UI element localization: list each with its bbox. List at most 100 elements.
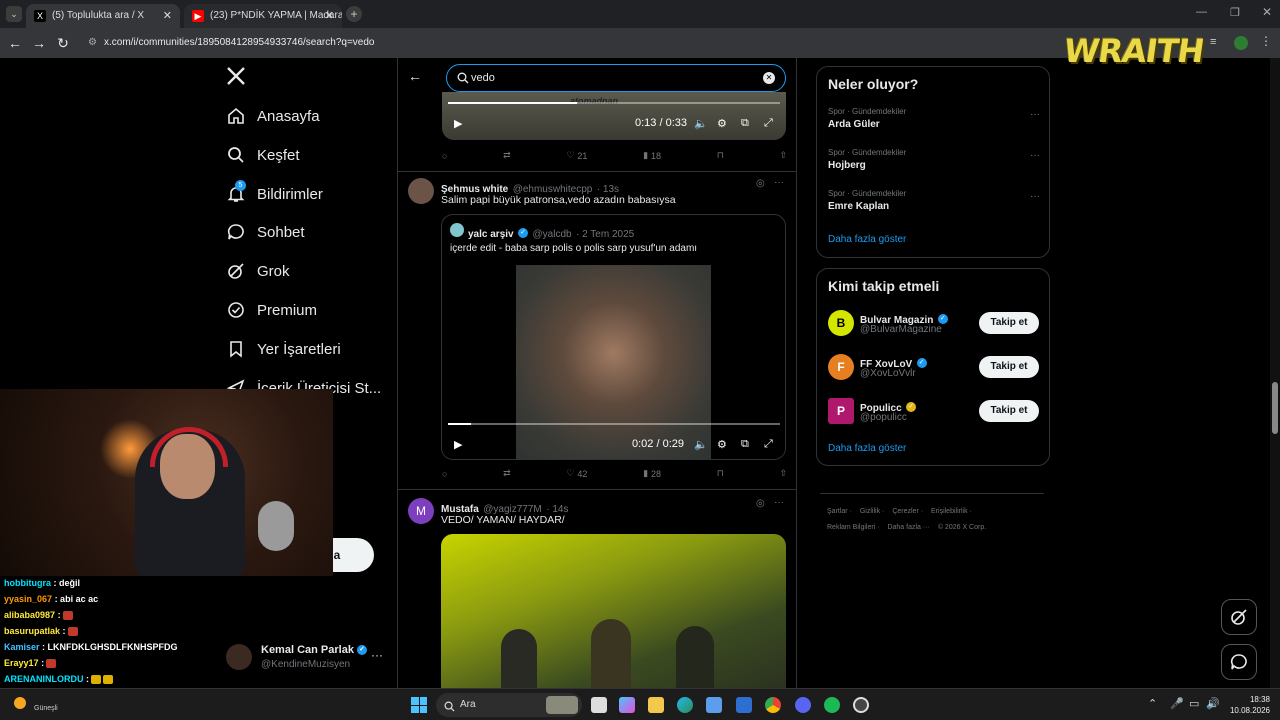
grok-icon[interactable]: ◎ bbox=[756, 498, 765, 509]
search-input[interactable]: vedo ✕ bbox=[446, 64, 786, 92]
show-more-trends-link[interactable]: Daha fazla göster bbox=[828, 234, 906, 245]
chrome-icon[interactable] bbox=[765, 697, 781, 713]
taskbar-search[interactable]: Ara bbox=[436, 693, 582, 717]
nav-item-sohbet[interactable]: Sohbet bbox=[226, 218, 305, 246]
like-button[interactable]: ♡ 21 bbox=[566, 150, 587, 161]
more-icon[interactable]: ··· bbox=[1030, 191, 1040, 202]
more-icon[interactable]: ··· bbox=[1030, 150, 1040, 161]
forward-icon[interactable]: → bbox=[30, 34, 48, 52]
share-icon[interactable]: ⇧ bbox=[779, 150, 787, 161]
nav-item-anasayfa[interactable]: Anasayfa bbox=[226, 102, 320, 130]
spotify-icon[interactable] bbox=[824, 697, 840, 713]
quote-tweet[interactable]: yalc arşiv ✓ @yalcdb · 2 Tem 2025 içerde… bbox=[441, 214, 786, 460]
share-icon[interactable]: ⇧ bbox=[779, 468, 787, 479]
follow-button[interactable]: Takip et bbox=[979, 400, 1039, 422]
mail-icon[interactable] bbox=[736, 697, 752, 713]
account-switcher[interactable]: Kemal Can Parlak ✓ @KendineMuzisyen ··· bbox=[226, 643, 386, 673]
weather-icon[interactable] bbox=[14, 697, 26, 709]
nav-item-yer-isaretleri[interactable]: Yer İşaretleri bbox=[226, 335, 341, 363]
reload-icon[interactable]: ↻ bbox=[54, 34, 72, 52]
tweet[interactable]: M Mustafa @yagiz777M · 14s ◎ ··· VEDO/ Y… bbox=[398, 490, 796, 688]
settings-icon[interactable]: ⚙ bbox=[717, 438, 727, 451]
play-icon[interactable]: ▶ bbox=[454, 438, 462, 451]
close-tab-icon[interactable]: ✕ bbox=[163, 4, 172, 28]
repost-icon[interactable]: ⇄ bbox=[503, 468, 511, 479]
play-icon[interactable]: ▶ bbox=[454, 117, 462, 130]
network-icon[interactable]: ▭ bbox=[1189, 697, 1199, 710]
follow-button[interactable]: Takip et bbox=[979, 356, 1039, 378]
pip-icon[interactable]: ⧉ bbox=[741, 438, 749, 451]
footer-link[interactable]: Çerezler bbox=[892, 508, 918, 515]
clock[interactable]: 18:38 10.08.2026 bbox=[1226, 694, 1270, 716]
back-icon[interactable]: ← bbox=[6, 34, 24, 52]
restore-icon[interactable]: ❐ bbox=[1230, 6, 1240, 19]
obs-icon[interactable] bbox=[853, 697, 869, 713]
follow-suggestion[interactable]: B Bulvar Magazin ✓ @BulvarMagazine Takip… bbox=[817, 307, 1049, 343]
url-field[interactable]: ⚙ x.com/i/communities/189508412895493374… bbox=[82, 32, 982, 54]
show-more-follow-link[interactable]: Daha fazla göster bbox=[828, 443, 906, 454]
start-button[interactable] bbox=[411, 697, 427, 713]
trend-item[interactable]: Spor · Gündemdekiler Hojberg ··· bbox=[828, 148, 1040, 171]
close-window-icon[interactable]: ✕ bbox=[1262, 5, 1272, 19]
video-progress[interactable] bbox=[448, 423, 780, 425]
tweet[interactable]: atomadnan ▶ 0:13 / 0:33 🔈 ⚙ ⧉ ⤢ ○ ⇄ ♡ 21… bbox=[398, 92, 796, 172]
close-tab-icon[interactable]: ✕ bbox=[325, 4, 334, 28]
reply-icon[interactable]: ○ bbox=[442, 150, 447, 161]
reply-icon[interactable]: ○ bbox=[442, 468, 447, 479]
video-player[interactable] bbox=[441, 534, 786, 688]
nav-item-premium[interactable]: Premium bbox=[226, 296, 317, 324]
discord-icon[interactable] bbox=[795, 697, 811, 713]
bookmark-icon[interactable]: ⊓ bbox=[717, 150, 724, 161]
nav-item-kesfet[interactable]: Keşfet bbox=[226, 141, 300, 169]
more-icon[interactable]: ··· bbox=[371, 648, 383, 662]
fullscreen-icon[interactable]: ⤢ bbox=[764, 117, 773, 130]
grok-icon[interactable]: ◎ bbox=[756, 178, 765, 189]
bookmark-icon[interactable]: ⊓ bbox=[717, 468, 724, 479]
more-icon[interactable]: ··· bbox=[774, 497, 784, 508]
back-arrow-icon[interactable]: ← bbox=[408, 68, 422, 84]
trend-item[interactable]: Spor · Gündemdekiler Emre Kaplan ··· bbox=[828, 189, 1040, 212]
extensions-icon[interactable]: ≡ bbox=[1210, 36, 1216, 48]
clear-search-icon[interactable]: ✕ bbox=[763, 72, 775, 84]
task-view-icon[interactable] bbox=[591, 697, 607, 713]
pip-icon[interactable]: ⧉ bbox=[741, 117, 749, 130]
site-info-icon[interactable]: ⚙ bbox=[88, 32, 97, 54]
page-scrollbar[interactable] bbox=[1270, 58, 1280, 688]
video-progress[interactable] bbox=[448, 102, 780, 104]
grok-floating-button[interactable] bbox=[1221, 599, 1257, 635]
volume-icon[interactable]: 🔊 bbox=[1206, 697, 1220, 710]
more-icon[interactable]: ··· bbox=[774, 177, 784, 188]
new-tab-button[interactable]: + bbox=[346, 6, 362, 22]
footer-link[interactable]: Şartlar bbox=[827, 508, 848, 515]
microphone-icon[interactable]: 🎤 bbox=[1170, 697, 1184, 710]
tab-toplulukta-ara[interactable]: X (5) Toplulukta ara / X ✕ bbox=[26, 4, 180, 28]
store-icon[interactable] bbox=[706, 697, 722, 713]
footer-link[interactable]: Erişilebilirlik bbox=[931, 508, 968, 515]
volume-icon[interactable]: 🔈 bbox=[694, 117, 708, 130]
tweet[interactable]: Şehmus white @ehmuswhitecpp · 13s ◎ ··· … bbox=[398, 172, 796, 490]
video-player[interactable]: ▶ 0:02 / 0:29 🔈 ⚙ ⧉ ⤢ bbox=[442, 265, 785, 459]
footer-link[interactable]: Daha fazla ··· bbox=[887, 524, 929, 531]
settings-icon[interactable]: ⚙ bbox=[717, 117, 727, 130]
messages-floating-button[interactable] bbox=[1221, 644, 1257, 680]
more-icon[interactable]: ··· bbox=[1030, 109, 1040, 120]
copilot-icon[interactable] bbox=[619, 697, 635, 713]
x-logo-icon[interactable] bbox=[226, 66, 248, 88]
nav-item-grok[interactable]: Grok bbox=[226, 257, 290, 285]
views-button[interactable]: ▮ 28 bbox=[643, 468, 661, 479]
footer-link[interactable]: Gizlilik bbox=[860, 508, 880, 515]
nav-item-bildirimler[interactable]: 5 Bildirimler bbox=[226, 180, 323, 208]
tab-list-button[interactable]: ⌄ bbox=[6, 6, 22, 22]
repost-icon[interactable]: ⇄ bbox=[503, 150, 511, 161]
profile-avatar[interactable] bbox=[1234, 36, 1248, 50]
views-button[interactable]: ▮ 18 bbox=[643, 150, 661, 161]
follow-suggestion[interactable]: F FF XovLoV ✓ @XovLoVvlr Takip et bbox=[817, 351, 1049, 387]
edge-icon[interactable] bbox=[677, 697, 693, 713]
tab-youtube-video[interactable]: ▶ (23) P*NDİK YAPMA | Madara O ✕ bbox=[184, 4, 342, 28]
scrollbar-thumb[interactable] bbox=[1272, 382, 1278, 434]
tray-overflow-icon[interactable]: ⌃ bbox=[1148, 697, 1157, 710]
footer-link[interactable]: Reklam Bilgileri bbox=[827, 524, 875, 531]
fullscreen-icon[interactable]: ⤢ bbox=[764, 438, 773, 451]
file-explorer-icon[interactable] bbox=[648, 697, 664, 713]
video-player[interactable]: atomadnan ▶ 0:13 / 0:33 🔈 ⚙ ⧉ ⤢ bbox=[442, 92, 786, 140]
